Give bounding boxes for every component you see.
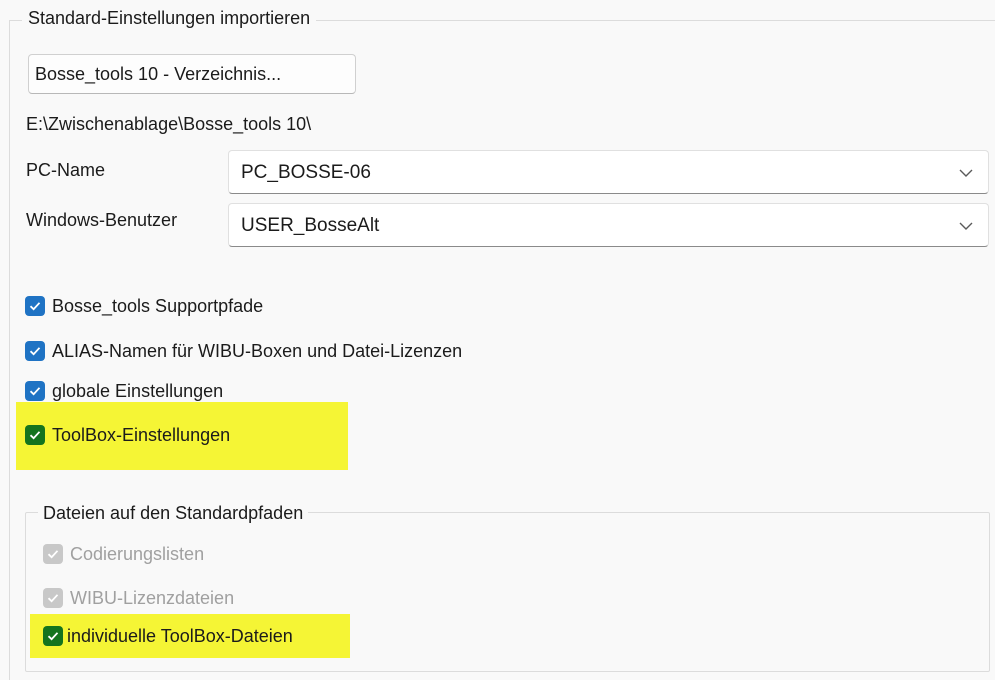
windows-user-value: USER_BosseAlt	[241, 215, 380, 236]
checkbox-label: Bosse_tools Supportpfade	[52, 296, 264, 316]
checkbox-toolbox-settings[interactable]: ToolBox-Einstellungen	[25, 421, 230, 449]
pc-name-label: PC-Name	[26, 160, 106, 180]
checkbox-coding-lists[interactable]: Codierungslisten	[43, 540, 204, 568]
directory-button[interactable]: Bosse_tools 10 - Verzeichnis...	[28, 54, 356, 94]
directory-button-label: Bosse_tools 10 - Verzeichnis...	[35, 63, 282, 84]
directory-path: E:\Zwischenablage\Bosse_tools 10\	[26, 114, 312, 134]
checkbox-checked-icon	[25, 296, 45, 316]
checkbox-alias-names[interactable]: ALIAS-Namen für WIBU-Boxen und Datei-Liz…	[25, 337, 462, 365]
checkbox-label: individuelle ToolBox-Dateien	[67, 626, 293, 646]
checkbox-label: Codierungslisten	[70, 544, 205, 564]
checkbox-checked-icon	[43, 588, 63, 608]
checkbox-individual-toolbox-files[interactable]: individuelle ToolBox-Dateien	[43, 622, 293, 650]
chevron-down-icon	[959, 169, 973, 177]
windows-user-label: Windows-Benutzer	[26, 210, 178, 230]
checkbox-global-settings[interactable]: globale Einstellungen	[25, 377, 223, 405]
chevron-down-icon	[959, 222, 973, 230]
checkbox-label: ToolBox-Einstellungen	[52, 425, 231, 445]
pc-name-dropdown[interactable]: PC_BOSSE-06	[228, 150, 989, 194]
checkbox-checked-icon	[25, 341, 45, 361]
checkbox-label: ALIAS-Namen für WIBU-Boxen und Datei-Liz…	[52, 341, 463, 361]
windows-user-dropdown[interactable]: USER_BosseAlt	[228, 203, 989, 247]
checkbox-checked-icon	[25, 425, 45, 445]
standard-paths-files-group-title: Dateien auf den Standardpfaden	[38, 501, 309, 525]
checkbox-support-paths[interactable]: Bosse_tools Supportpfade	[25, 292, 263, 320]
checkbox-wibu-license-files[interactable]: WIBU-Lizenzdateien	[43, 584, 234, 612]
checkbox-checked-icon	[25, 381, 45, 401]
checkbox-label: WIBU-Lizenzdateien	[70, 588, 235, 608]
checkbox-label: globale Einstellungen	[52, 381, 224, 401]
import-settings-group-title: Standard-Einstellungen importieren	[22, 6, 317, 30]
checkbox-checked-icon	[43, 544, 63, 564]
pc-name-value: PC_BOSSE-06	[241, 162, 371, 183]
checkbox-checked-icon	[43, 626, 63, 646]
